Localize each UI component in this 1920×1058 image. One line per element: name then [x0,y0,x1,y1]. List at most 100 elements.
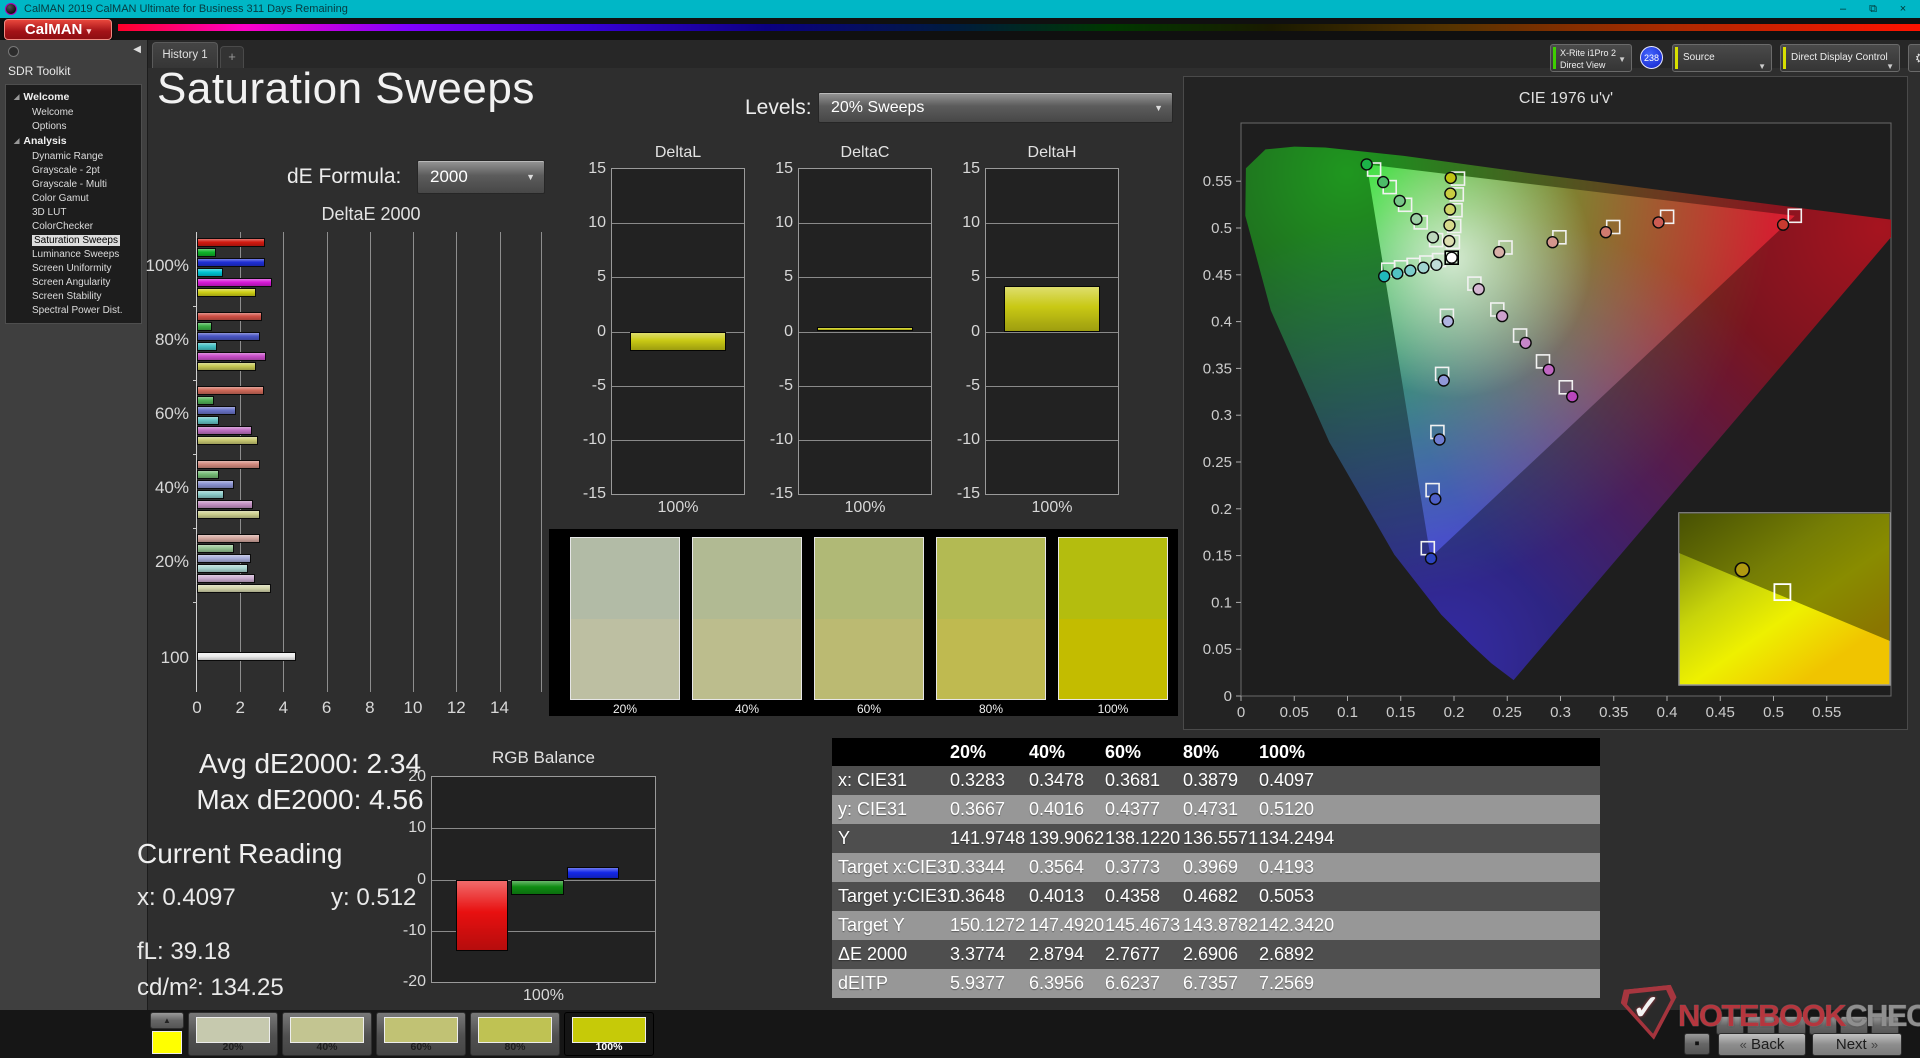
sidebar-item-grayscale-2pt[interactable]: Grayscale - 2pt [6,163,141,177]
close-button[interactable]: × [1888,0,1918,18]
table-row: ΔE 2000 3.3774 2.8794 2.7677 2.6906 2.6892 [832,940,1600,969]
swatch-compare-40% [692,537,802,700]
gridline [432,828,655,830]
max-de2000: Max dE2000: 4.56 [196,784,424,815]
svg-text:0.15: 0.15 [1386,704,1415,721]
y-tick-label: -10 [582,430,606,448]
next-label: Next [1835,1036,1867,1053]
deltac-title: DeltaC [840,144,890,161]
gridline [612,277,744,279]
sidebar-collapse-icon[interactable]: ◀ [133,44,141,55]
y-tick-label: -15 [956,485,980,502]
workflow-tree: ◢ Welcome Welcome Options ◢ Analysis Dynamic R… [5,84,142,324]
de-formula-value: 2000 [430,167,468,186]
y-tick-label: 15 [775,160,793,177]
gridline [799,439,931,441]
y-tick-label: 5 [971,268,980,286]
cie-diagram-panel: CIE 1976 u'v' 0 0.05 0.1 0.15 0.2 0.25 0.3 0.35… [1183,76,1908,730]
patch-button-100%[interactable]: 100% [564,1012,654,1056]
restore-button[interactable]: ⧉ [1858,0,1888,18]
svg-text:0.5: 0.5 [1211,220,1232,237]
y-tick-label: 20 [408,768,426,785]
patch-expand-button[interactable]: ▲ [150,1012,184,1029]
calman-logo-button[interactable]: CalMAN ▾ [4,19,112,40]
sidebar-item-options[interactable]: Options [6,119,141,133]
swatch-label: 80% [978,702,1004,716]
svg-text:0.3: 0.3 [1211,407,1232,424]
svg-text:0.1: 0.1 [1211,594,1232,611]
display-status-strip [1783,47,1786,69]
x-tick-label: 14 [490,698,509,717]
x-tick-label: 2 [235,698,245,717]
de-formula-dropdown[interactable]: 2000 ▼ [417,160,545,194]
patch-button-20%[interactable]: 20% [188,1012,278,1056]
y-tick-label: -10 [769,430,793,448]
sidebar-item-screen-angularity[interactable]: Screen Angularity [6,275,141,289]
patch-swatch [196,1017,270,1043]
sidebar-item-dynamic-range[interactable]: Dynamic Range [6,149,141,163]
sidebar-item-saturation-sweeps[interactable]: Saturation Sweeps [6,233,141,247]
table-row: Target y:CIE31 0.3648 0.4013 0.4358 0.4682 0.… [832,882,1600,911]
y-tick-label: 0 [417,870,426,888]
tree-group-welcome[interactable]: ◢ Welcome [6,89,141,105]
y-tick-label: 0 [597,322,606,340]
sidebar-item-screen-stability[interactable]: Screen Stability [6,289,141,303]
rainbow-strip [118,24,1920,31]
back-label: Back [1751,1036,1785,1053]
patch-button-40%[interactable]: 40% [282,1012,372,1056]
chevron-down-icon: ▼ [1154,102,1163,113]
svg-text:CIE 1976 u'v': CIE 1976 u'v' [1519,90,1613,107]
table-cell: 0.4097 [1259,770,1315,790]
de-bar [197,426,253,435]
de-bar [197,406,236,415]
de-bar [197,362,256,371]
sidebar-item-grayscale-multi[interactable]: Grayscale - Multi [6,177,141,191]
sidebar-item-color-gamut[interactable]: Color Gamut [6,191,141,205]
sidebar-item-welcome[interactable]: Welcome [6,105,141,119]
svg-text:0.45: 0.45 [1203,267,1232,284]
actual-swatch [693,538,801,619]
tree-group-analysis[interactable]: ◢ Analysis [6,133,141,149]
minimize-button[interactable]: – [1828,0,1858,18]
gridline [413,232,414,692]
sidebar-item-spectral-power-dist-[interactable]: Spectral Power Dist. [6,303,141,317]
swatch-label: 60% [856,702,882,716]
y-tick-label: -5 [778,376,793,394]
sidebar-item-3d-lut[interactable]: 3D LUT [6,205,141,219]
sidebar-dot-button[interactable] [8,46,19,57]
de-bar [197,490,225,499]
sidebar-item-luminance-sweeps[interactable]: Luminance Sweeps [6,247,141,261]
meter-select-button[interactable]: X-Rite i1Pro 2 Direct View ▼ [1550,44,1632,72]
patch-label: 60% [410,1041,432,1053]
de-bar [197,268,223,277]
y-tick-label: -10 [402,921,426,939]
bottom-patch-bar: ▲ 20% 40% 60% 80% 100% ▪ [0,1010,1920,1058]
table-cell: 0.5053 [1259,886,1315,906]
back-button[interactable]: « Back [1718,1033,1806,1056]
y-tick [193,380,197,381]
group-label: 40% [154,478,189,497]
sidebar: ◀ SDR Toolkit ◢ Welcome Welcome Options ◢ Ana… [0,40,148,1010]
table-cell: 0.4193 [1259,857,1315,877]
gear-icon[interactable]: ⚙ [1908,44,1920,72]
levels-label: Levels: [745,96,812,119]
display-control-button[interactable]: Direct Display Control ▼ [1780,44,1900,72]
svg-text:0: 0 [1237,704,1245,721]
deltal-chart: 15 10 5 0 -5 -10 -15 100% [583,160,745,516]
stop-button[interactable]: ▪ [1684,1033,1710,1055]
de-bar [197,278,272,287]
y-tick-label: 10 [775,214,793,232]
next-button[interactable]: Next » [1812,1033,1902,1056]
levels-dropdown[interactable]: 20% Sweeps ▼ [818,92,1173,123]
table-cell: 7.2569 [1259,973,1315,993]
source-select-button[interactable]: Source ▼ [1672,44,1772,72]
sidebar-item-screen-uniformity[interactable]: Screen Uniformity [6,261,141,275]
y-tick-label: 0 [784,322,793,340]
patch-button-80%[interactable]: 80% [470,1012,560,1056]
table-cell: 134.2494 [1259,828,1335,848]
de-bar [197,584,271,593]
sidebar-item-colorchecker[interactable]: ColorChecker [6,219,141,233]
bar [630,331,726,351]
patch-button-60%[interactable]: 60% [376,1012,466,1056]
de-bar [197,534,261,543]
